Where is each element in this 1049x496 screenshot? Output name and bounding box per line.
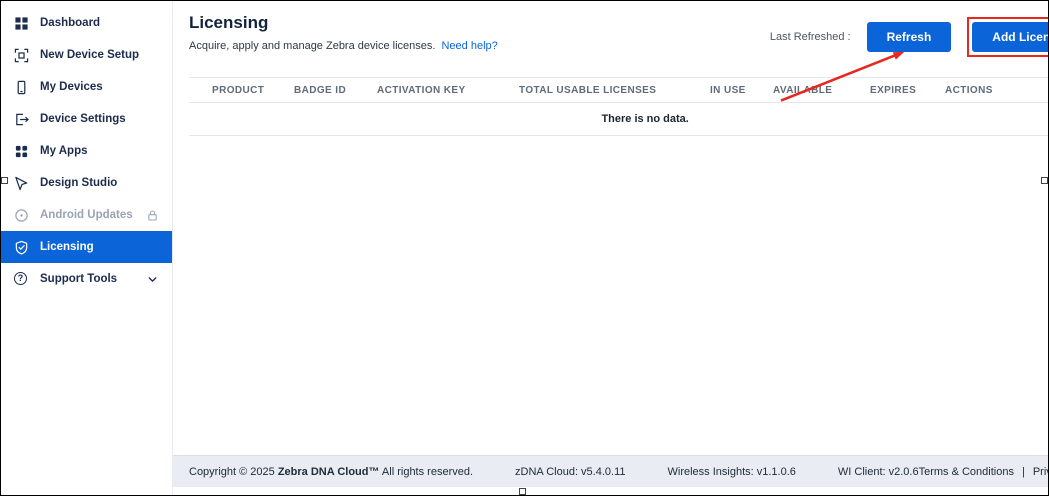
sidebar-item-label: My Apps — [40, 145, 88, 157]
column-header-product: PRODUCT — [212, 85, 294, 96]
annotation-highlight-box: Add License(s) — [967, 17, 1049, 57]
main-content: Licensing Acquire, apply and manage Zebr… — [173, 1, 1049, 495]
need-help-link[interactable]: Need help? — [441, 40, 497, 52]
resize-handle-left — [1, 177, 8, 184]
column-header-in-use: IN USE — [710, 85, 773, 96]
column-header-expires: EXPIRES — [870, 85, 945, 96]
wireless-insights-version: Wireless Insights: v1.1.0.6 — [668, 466, 796, 478]
lock-icon — [146, 209, 159, 222]
sidebar-item-label: My Devices — [40, 81, 103, 93]
licensing-icon — [14, 240, 29, 255]
page-subtitle: Acquire, apply and manage Zebra device l… — [189, 40, 498, 52]
links-separator: | — [1022, 466, 1025, 478]
sidebar-item-dashboard[interactable]: Dashboard — [1, 7, 172, 39]
last-refreshed-label: Last Refreshed : — [770, 31, 851, 43]
sidebar-item-support-tools[interactable]: ? Support Tools — [1, 263, 172, 295]
refresh-button[interactable]: Refresh — [867, 22, 952, 52]
android-updates-icon — [14, 208, 29, 223]
device-settings-icon — [14, 112, 29, 127]
sidebar-item-licensing[interactable]: Licensing — [1, 231, 172, 263]
copyright-text: Copyright © 2025 Zebra DNA Cloud™ All ri… — [189, 466, 473, 478]
sidebar-item-design-studio[interactable]: Design Studio — [1, 167, 172, 199]
footer: Copyright © 2025 Zebra DNA Cloud™ All ri… — [173, 455, 1049, 487]
page-header: Licensing Acquire, apply and manage Zebr… — [173, 1, 1049, 57]
chevron-down-icon — [146, 273, 159, 286]
brand-name: Zebra DNA Cloud™ — [278, 466, 380, 478]
wi-client-version: WI Client: v2.0.6 — [838, 466, 919, 478]
privacy-policy-link[interactable]: Privacy Policy — [1033, 466, 1049, 478]
page-title: Licensing — [189, 13, 498, 33]
terms-link[interactable]: Terms & Conditions — [919, 466, 1014, 478]
subtitle-text: Acquire, apply and manage Zebra device l… — [189, 40, 435, 52]
zdna-version: zDNA Cloud: v5.4.0.11 — [515, 466, 625, 478]
column-header-activation-key: ACTIVATION KEY — [377, 85, 519, 96]
resize-handle-bottom — [519, 488, 526, 495]
sidebar-item-my-devices[interactable]: My Devices — [1, 71, 172, 103]
sidebar-item-label: Dashboard — [40, 17, 100, 29]
sidebar-item-my-apps[interactable]: My Apps — [1, 135, 172, 167]
sidebar-item-android-updates: Android Updates — [1, 199, 172, 231]
sidebar-item-label: Android Updates — [40, 209, 133, 221]
table-header-row: PRODUCT BADGE ID ACTIVATION KEY TOTAL US… — [189, 77, 1049, 103]
add-license-button[interactable]: Add License(s) — [972, 22, 1049, 52]
sidebar-item-label: Support Tools — [40, 273, 117, 285]
dashboard-icon — [14, 16, 29, 31]
table-empty-message: There is no data. — [189, 103, 1049, 136]
design-studio-icon — [14, 176, 29, 191]
new-device-setup-icon — [14, 48, 29, 63]
column-header-total-usable-licenses: TOTAL USABLE LICENSES — [519, 85, 710, 96]
resize-handle-right — [1041, 177, 1048, 184]
license-table: PRODUCT BADGE ID ACTIVATION KEY TOTAL US… — [189, 77, 1049, 455]
column-header-badge-id: BADGE ID — [294, 85, 377, 96]
column-header-actions: ACTIONS — [945, 85, 1049, 96]
app-window: Dashboard New Device Setup My Devices De… — [0, 0, 1049, 496]
column-header-available: AVAILABLE — [773, 85, 870, 96]
sidebar-item-new-device-setup[interactable]: New Device Setup — [1, 39, 172, 71]
sidebar-item-device-settings[interactable]: Device Settings — [1, 103, 172, 135]
my-devices-icon — [14, 80, 29, 95]
support-tools-icon: ? — [14, 272, 29, 287]
sidebar-item-label: Design Studio — [40, 177, 117, 189]
sidebar-item-label: Device Settings — [40, 113, 126, 125]
sidebar-item-label: New Device Setup — [40, 49, 139, 61]
sidebar: Dashboard New Device Setup My Devices De… — [1, 1, 173, 495]
my-apps-icon — [14, 144, 29, 159]
sidebar-item-label: Licensing — [40, 241, 94, 253]
